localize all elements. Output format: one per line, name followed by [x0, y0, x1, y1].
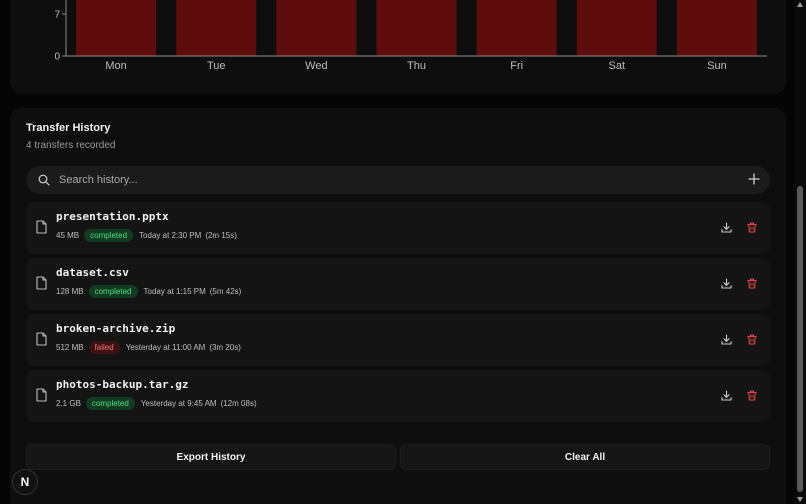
transfer-meta: 45 MB completed Today at 2:30 PM (2m 15s) — [56, 229, 237, 242]
transfer-size: 45 MB — [56, 231, 80, 240]
bar-sun — [676, 0, 757, 56]
trash-icon[interactable] — [747, 278, 757, 289]
transfer-history-card: Transfer History 4 transfers recorded pr… — [10, 108, 786, 504]
status-badge: completed — [84, 229, 134, 242]
history-search-bar — [26, 166, 770, 194]
page-scrollbar[interactable] — [794, 0, 806, 504]
transfer-duration: (3m 20s) — [209, 343, 241, 352]
transfer-time: Yesterday at 11:00 AM — [125, 343, 206, 352]
transfer-file-name: photos-backup.tar.gz — [56, 378, 189, 391]
transfer-time: Today at 2:30 PM — [139, 231, 202, 240]
status-badge: failed — [88, 341, 120, 354]
status-badge: completed — [85, 397, 135, 410]
plus-icon[interactable] — [748, 173, 760, 185]
transfer-time: Yesterday at 9:45 AM — [140, 399, 217, 408]
transfer-meta: 128 MB completed Today at 1:15 PM (5m 42s) — [56, 285, 241, 298]
scroll-up-arrow-icon[interactable] — [797, 2, 803, 7]
x-tick-label: Wed — [305, 60, 327, 72]
scrollbar-thumb[interactable] — [797, 186, 803, 492]
file-icon — [36, 220, 47, 234]
transfer-size: 512 MB — [56, 343, 84, 352]
trash-icon[interactable] — [747, 390, 757, 401]
transfer-row[interactable]: presentation.pptx 45 MB completed Today at … — [26, 202, 770, 254]
file-icon — [36, 332, 47, 346]
status-badge: completed — [88, 285, 138, 298]
transfer-duration: (12m 08s) — [220, 399, 257, 408]
bar-mon — [76, 0, 157, 56]
y-tick-label: 7 — [54, 10, 60, 21]
bar-thu — [376, 0, 457, 56]
transfer-duration: (2m 15s) — [205, 231, 237, 240]
transfer-row[interactable]: broken-archive.zip 512 MB failed Yesterday … — [26, 314, 770, 366]
search-icon — [38, 174, 50, 186]
search-history-input[interactable] — [59, 172, 719, 188]
transfer-meta: 2.1 GB completed Yesterday at 9:45 AM (12m … — [56, 397, 257, 410]
history-title: Transfer History — [26, 122, 111, 134]
download-icon[interactable] — [721, 278, 732, 289]
transfer-meta: 512 MB failed Yesterday at 11:00 AM (3m 20s… — [56, 341, 241, 354]
nextjs-dev-badge[interactable]: N — [12, 469, 38, 495]
bar-tue — [176, 0, 257, 56]
transfer-file-name: dataset.csv — [56, 266, 129, 279]
weekly-chart-card: Mon Tue Wed Thu Fri Sat Sun 0 7 — [10, 0, 786, 94]
transfer-duration: (5m 42s) — [209, 287, 242, 296]
clear-all-button[interactable]: Clear All — [400, 444, 770, 470]
download-icon[interactable] — [721, 390, 732, 401]
x-tick-label: Sun — [707, 60, 727, 72]
file-icon — [36, 388, 47, 402]
trash-icon[interactable] — [747, 334, 757, 345]
transfer-row[interactable]: photos-backup.tar.gz 2.1 GB completed Yeste… — [26, 370, 770, 422]
history-count: 4 transfers recorded — [26, 140, 116, 151]
bar-fri — [476, 0, 557, 56]
bar-sat — [576, 0, 657, 56]
export-history-button[interactable]: Export History — [26, 444, 396, 470]
weekly-bar-chart: Mon Tue Wed Thu Fri Sat Sun 0 7 — [54, 0, 767, 72]
y-tick-label: 0 — [54, 52, 60, 63]
bar-wed — [276, 0, 357, 56]
download-icon[interactable] — [721, 334, 732, 345]
x-tick-label: Fri — [510, 60, 523, 72]
scroll-down-arrow-icon[interactable] — [797, 497, 803, 502]
transfer-row[interactable]: dataset.csv 128 MB completed Today at 1:15 … — [26, 258, 770, 310]
download-icon[interactable] — [721, 222, 732, 233]
x-tick-label: Sat — [609, 60, 626, 72]
trash-icon[interactable] — [747, 222, 757, 233]
transfer-time: Today at 1:15 PM — [143, 287, 206, 296]
x-tick-label: Tue — [207, 60, 226, 72]
x-tick-label: Mon — [105, 60, 126, 72]
transfer-size: 2.1 GB — [56, 399, 81, 408]
transfer-size: 128 MB — [56, 287, 84, 296]
transfer-file-name: presentation.pptx — [56, 210, 169, 223]
x-tick-label: Thu — [407, 60, 426, 72]
transfer-file-name: broken-archive.zip — [56, 322, 176, 335]
file-icon — [36, 276, 47, 290]
